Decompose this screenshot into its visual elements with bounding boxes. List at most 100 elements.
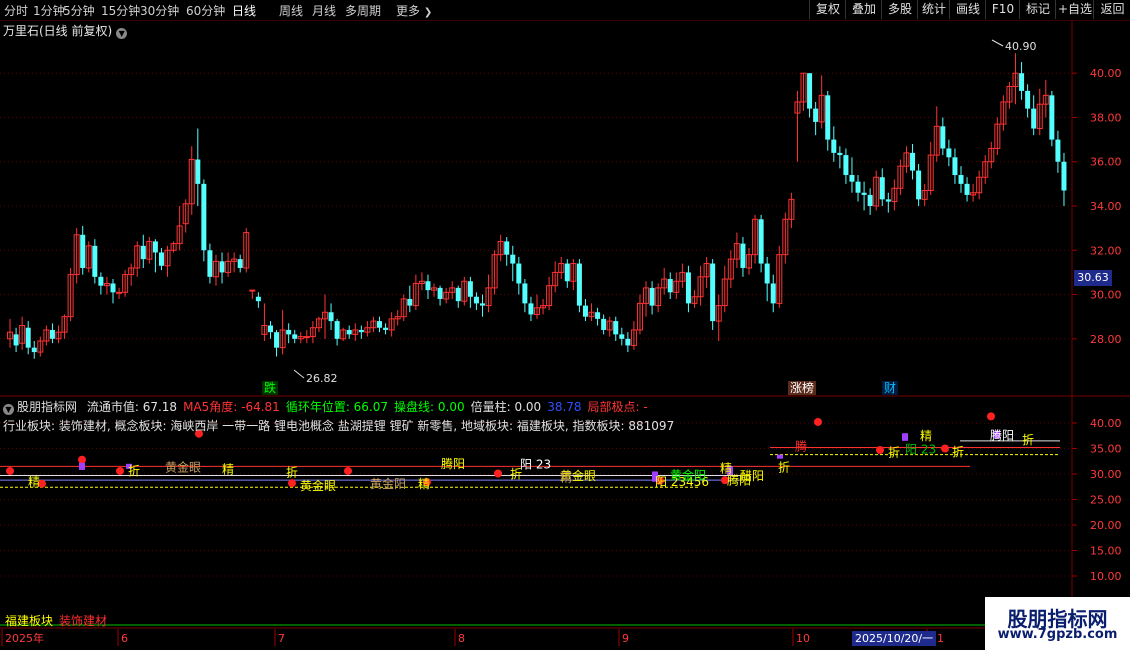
indicator-annotation: 精 — [560, 471, 572, 485]
candle-body-down — [564, 263, 570, 282]
price-axis-label: 30.00 — [1090, 289, 1122, 302]
signal-dot — [344, 466, 352, 475]
signal-dot — [116, 466, 124, 475]
sector-info: 行业板块: 装饰建材, 概念板块: 海峡西岸 一带一路 锂电池概念 盐湖提锂 锂… — [3, 419, 675, 433]
candle-body-down — [855, 181, 861, 193]
candle-body-down — [958, 175, 964, 184]
candle-body-down — [813, 108, 819, 122]
candle-body-down — [831, 139, 837, 153]
indicator-axis-label: 10.00 — [1090, 570, 1122, 583]
indicator-annotation: 黄金阳 — [670, 468, 706, 483]
signal-dot — [288, 479, 296, 488]
candle-body-down — [649, 287, 655, 306]
indicator-axis-label: 15.00 — [1090, 545, 1122, 558]
candle-body-down — [710, 263, 716, 322]
candle-body-up — [116, 291, 123, 294]
indicator-header: ▼ 股朋指标网 流通市值: 67.18 MA5角度: -64.81 循环年位置: 66… — [3, 398, 660, 415]
candle-body-down — [383, 327, 389, 330]
candle-body-down — [952, 157, 958, 176]
candle-body-down — [110, 283, 116, 293]
candle-body-down — [528, 303, 534, 315]
indicator-annotation: 阳 23 — [905, 443, 936, 457]
candle-body-down — [425, 281, 431, 291]
indicator-axis-label: 40.00 — [1090, 417, 1122, 430]
indicator-annotation: 折 — [888, 445, 900, 460]
indicator-field-3: 操盘线: 0.00 — [394, 400, 465, 414]
price-axis-label: 34.00 — [1090, 200, 1122, 213]
region-sector-label: 福建板块 — [5, 614, 54, 628]
indicator-name[interactable]: 股朋指标网 — [17, 400, 77, 414]
candle-body-down — [1049, 95, 1055, 140]
candle-body-down — [807, 73, 813, 109]
candle-body-down — [576, 263, 582, 306]
candle-body-down — [158, 252, 164, 266]
candle-body-down — [334, 321, 340, 339]
candle-body-down — [195, 159, 201, 184]
candle-body-down — [346, 329, 352, 335]
candle-body-down — [219, 261, 225, 273]
candle-body-down — [328, 312, 334, 322]
indicator-field-5: 38.78 — [547, 400, 582, 414]
candle-body-down — [504, 241, 510, 255]
signal-dot — [494, 469, 502, 478]
candle-body-down — [479, 303, 485, 306]
signal-dot — [987, 412, 995, 421]
candle-body-down — [377, 321, 383, 328]
candle-body-down — [613, 321, 619, 335]
signal-dot — [6, 466, 14, 475]
time-axis-label: 6 — [121, 632, 128, 645]
price-axis-label: 40.00 — [1090, 67, 1122, 80]
indicator-annotation: 精 — [28, 475, 40, 489]
candle-body-down — [825, 95, 831, 140]
watermark: 股朋指标网 www.7gpzb.com — [985, 597, 1130, 650]
candle-body-down — [770, 283, 776, 304]
candle-body-down — [582, 305, 588, 317]
candle-body-down — [274, 332, 280, 348]
price-axis-label: 28.00 — [1090, 333, 1122, 346]
signal-dot — [876, 446, 884, 455]
candle-body-down — [358, 329, 364, 333]
candle-body-down — [255, 296, 261, 302]
indicator-axis-label: 30.00 — [1090, 468, 1122, 481]
indicator-annotation: 折 — [952, 444, 964, 459]
indicator-annotation: 折 — [510, 466, 522, 481]
candle-body-down — [98, 276, 104, 286]
candle-body-down — [1061, 161, 1067, 191]
candle-body-down — [49, 329, 55, 339]
candle-body-down — [31, 347, 37, 353]
indicator-field-0: 流通市值: 67.18 — [86, 400, 178, 414]
candle-body-down — [267, 325, 273, 333]
candle-body-down — [80, 234, 86, 268]
indicator-annotation: 腾阳 — [990, 428, 1014, 443]
candle-body-down — [758, 219, 764, 264]
candle-body-down — [516, 263, 522, 284]
candle-body-down — [286, 329, 292, 335]
indicator-fields: 流通市值: 67.18 MA5角度: -64.81 循环年位置: 66.07 操盘线:… — [87, 400, 654, 414]
candle-body-down — [940, 126, 946, 149]
cursor-date: 2025/10/20/一 — [852, 631, 937, 646]
indicator-annotation: 阳 23 — [520, 457, 551, 471]
candle-body-down — [879, 177, 885, 200]
candle-body-down — [849, 175, 855, 182]
candle-body-down — [1055, 139, 1061, 162]
candle-body-down — [1025, 90, 1031, 109]
signal-bar — [902, 433, 908, 441]
candle-body-down — [740, 243, 746, 268]
event-tag: 财 — [884, 381, 896, 395]
candle-body-down — [946, 148, 952, 158]
candle-body-down — [473, 296, 479, 304]
low-marker-pointer — [293, 369, 305, 379]
high-price-marker: 40.90 — [1005, 40, 1037, 53]
indicator-annotation: 折 — [286, 464, 298, 479]
candle-body-down — [152, 241, 158, 253]
indicator-axis-label: 25.00 — [1090, 494, 1122, 507]
candle-body-down — [601, 318, 607, 330]
watermark-url: www.7gpzb.com — [997, 627, 1118, 642]
candle-body-down — [292, 334, 298, 339]
indicator-menu-icon[interactable]: ▼ — [3, 404, 14, 415]
candle-body-down — [625, 338, 631, 346]
candle-body-down — [685, 272, 691, 304]
sector-labels: 福建板块 装饰建材 — [5, 612, 107, 629]
candle-body-down — [595, 312, 601, 319]
candle-body-down — [25, 327, 31, 348]
